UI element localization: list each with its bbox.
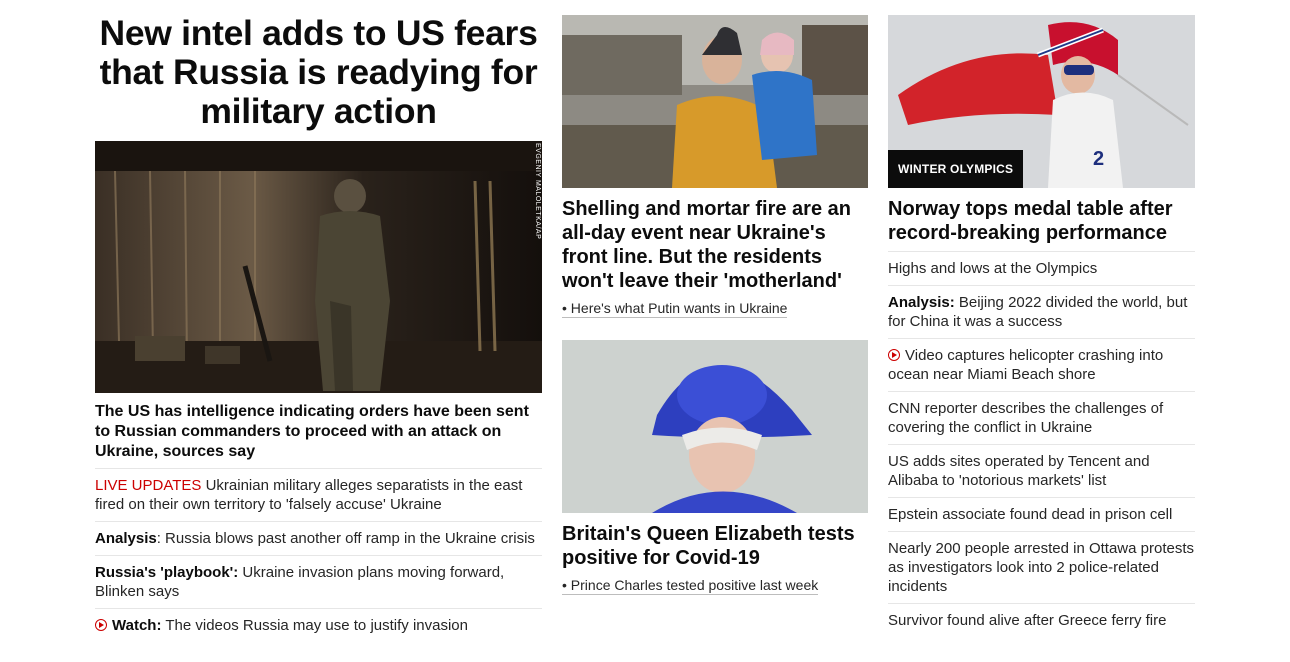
list-item-prefix: Analysis: xyxy=(888,294,955,311)
middle-column: Shelling and mortar fire are an all-day … xyxy=(562,0,868,595)
list-item-prefix: Watch: xyxy=(112,617,162,634)
list-item[interactable]: CNN reporter describes the challenges of… xyxy=(888,391,1195,444)
list-item-text: : Russia blows past another off ramp in … xyxy=(156,530,535,547)
winter-olympics-kicker[interactable]: WINTER OLYMPICS xyxy=(888,150,1024,188)
prince-charles-link[interactable]: • Prince Charles tested positive last we… xyxy=(562,576,819,595)
list-item[interactable]: Video captures helicopter crashing into … xyxy=(888,338,1195,391)
lead-image[interactable]: EVGENIY MALOLETKA/AP xyxy=(95,141,542,393)
list-item[interactable]: Watch: The videos Russia may use to just… xyxy=(95,608,542,642)
list-item-text: Video captures helicopter crashing into … xyxy=(888,347,1164,383)
image-credit: EVGENIY MALOLETKA/AP xyxy=(534,143,541,240)
list-item-text: CNN reporter describes the challenges of… xyxy=(888,400,1164,436)
list-item[interactable]: Analysis: Beijing 2022 divided the world… xyxy=(888,285,1195,338)
putin-wants-link[interactable]: • Here's what Putin wants in Ukraine xyxy=(562,299,788,318)
list-item[interactable]: Epstein associate found dead in prison c… xyxy=(888,497,1195,531)
svg-text:2: 2 xyxy=(1093,148,1104,170)
list-item[interactable]: Analysis: Russia blows past another off … xyxy=(95,521,542,555)
queen-covid-headline[interactable]: Britain's Queen Elizabeth tests positive… xyxy=(562,522,868,570)
lead-related-list: LIVE UPDATES Ukrainian military alleges … xyxy=(95,468,542,642)
list-item-text: The videos Russia may use to justify inv… xyxy=(161,617,468,634)
list-item-text: Survivor found alive after Greece ferry … xyxy=(888,612,1167,629)
list-item[interactable]: Russia's 'playbook': Ukraine invasion pl… xyxy=(95,555,542,608)
list-item[interactable]: Survivor found alive after Greece ferry … xyxy=(888,603,1195,637)
play-icon xyxy=(95,619,107,631)
right-column: 2 WINTER OLYMPICS Norway tops medal tabl… xyxy=(888,0,1195,637)
list-item[interactable]: Highs and lows at the Olympics xyxy=(888,251,1195,285)
queen-elizabeth-image[interactable] xyxy=(562,340,868,513)
live-updates-label: LIVE UPDATES xyxy=(95,477,202,494)
list-item[interactable]: Nearly 200 people arrested in Ottawa pro… xyxy=(888,531,1195,603)
ukraine-residents-headline[interactable]: Shelling and mortar fire are an all-day … xyxy=(562,197,868,293)
list-item[interactable]: LIVE UPDATES Ukrainian military alleges … xyxy=(95,468,542,521)
lead-headline[interactable]: New intel adds to US fears that Russia i… xyxy=(95,14,542,131)
lead-subheadline[interactable]: The US has intelligence indicating order… xyxy=(95,402,542,462)
right-headlines-list: Highs and lows at the Olympics Analysis:… xyxy=(888,251,1195,637)
list-item-text: Epstein associate found dead in prison c… xyxy=(888,506,1173,523)
olympics-image[interactable]: 2 WINTER OLYMPICS xyxy=(888,15,1195,188)
list-item-text: Highs and lows at the Olympics xyxy=(888,260,1098,277)
list-item-prefix: Russia's 'playbook': xyxy=(95,564,239,581)
lead-column: New intel adds to US fears that Russia i… xyxy=(95,0,542,642)
list-item-prefix: Analysis xyxy=(95,530,157,547)
news-front-page: New intel adds to US fears that Russia i… xyxy=(0,0,1290,662)
norway-headline[interactable]: Norway tops medal table after record-bre… xyxy=(888,197,1195,245)
list-item-text: US adds sites operated by Tencent and Al… xyxy=(888,453,1150,489)
list-item[interactable]: US adds sites operated by Tencent and Al… xyxy=(888,444,1195,497)
list-item-text: Nearly 200 people arrested in Ottawa pro… xyxy=(888,540,1194,595)
play-icon xyxy=(888,349,900,361)
ukraine-residents-image[interactable] xyxy=(562,15,868,188)
